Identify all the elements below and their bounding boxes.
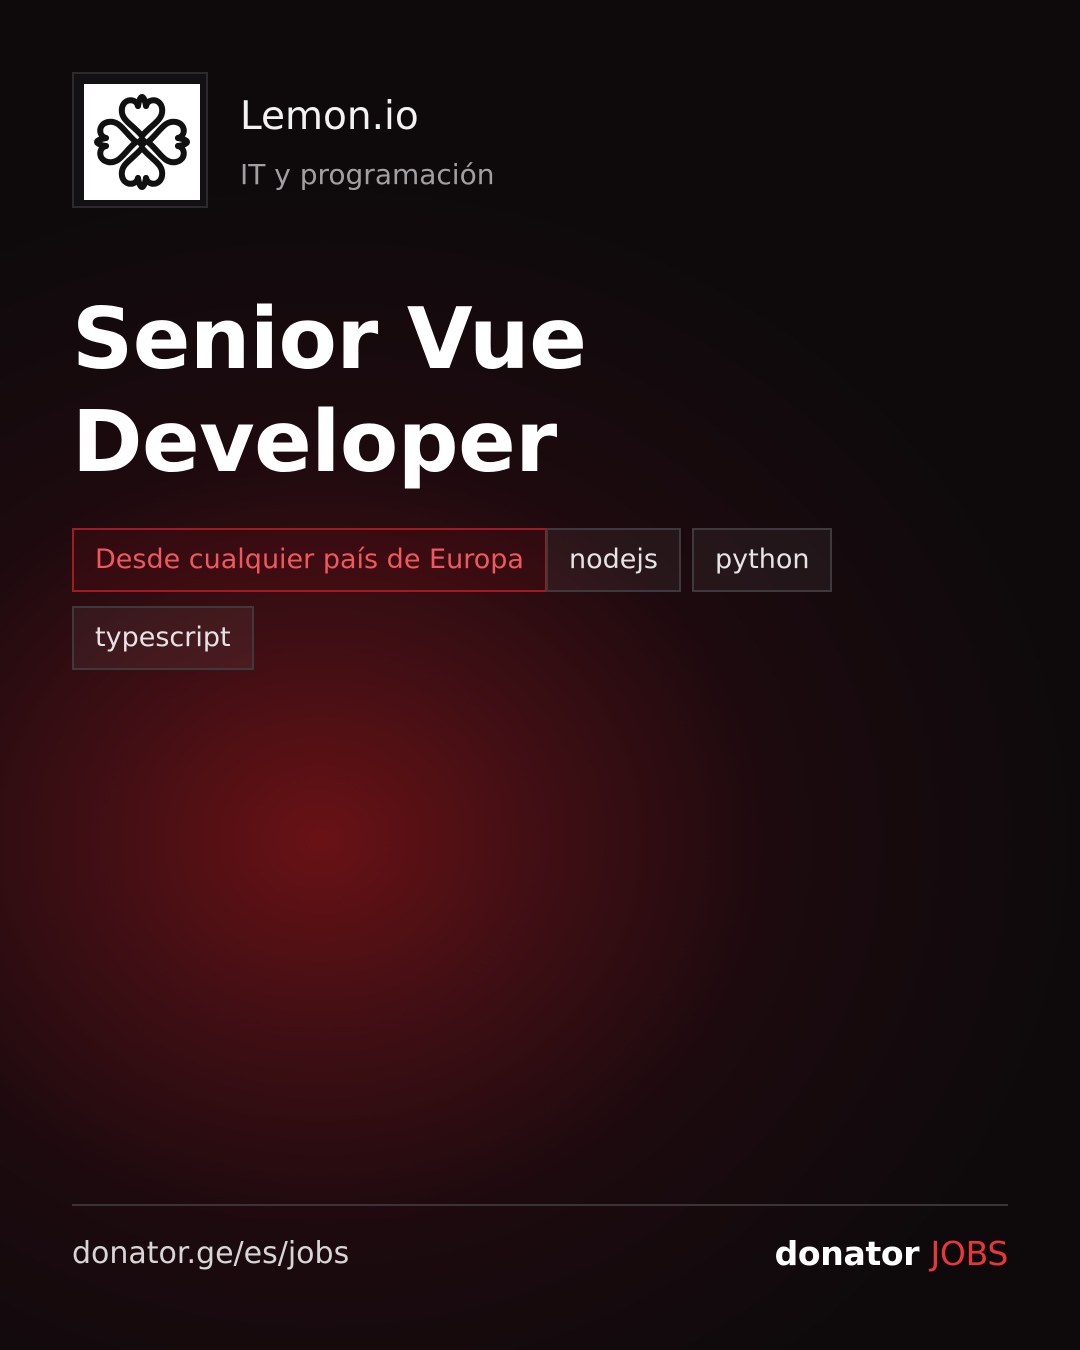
skill-tag-python: python — [692, 528, 833, 592]
company-name: Lemon.io — [240, 94, 419, 139]
skill-tag-nodejs: nodejs — [546, 528, 681, 592]
company-logo — [72, 72, 208, 208]
skill-tag-typescript: typescript — [72, 606, 254, 670]
lemon-io-logo-icon — [84, 84, 200, 200]
job-title-line-2: Developer — [72, 393, 557, 492]
location-tag: Desde cualquier país de Europa — [72, 528, 547, 592]
job-title: Senior Vue Developer — [72, 288, 972, 494]
job-card: Lemon.io IT y programación Senior Vue De… — [0, 0, 1080, 1350]
footer-url-link[interactable]: donator.ge/es/jobs — [72, 1236, 349, 1271]
footer-divider — [72, 1204, 1008, 1206]
brand-word: donator — [774, 1234, 920, 1273]
brand-jobs: JOBS — [930, 1234, 1008, 1273]
donator-jobs-logo: donator JOBS — [774, 1234, 1009, 1273]
job-title-line-1: Senior Vue — [72, 290, 587, 389]
company-category: IT y programación — [240, 158, 495, 191]
